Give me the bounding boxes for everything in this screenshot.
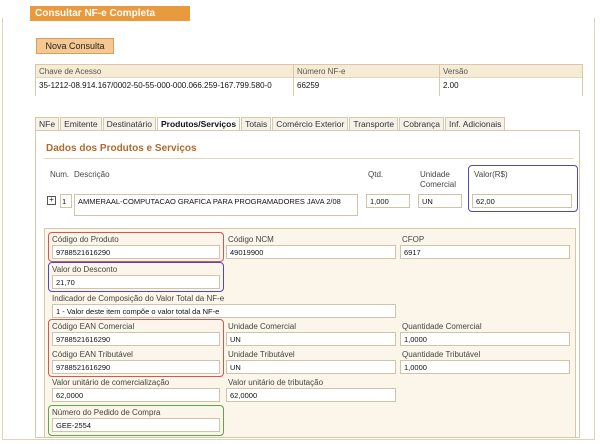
unit-value-commercial-value: 62,0000	[52, 388, 220, 402]
col-num-header: Num.	[50, 170, 70, 179]
access-key-value: 35-1212-08.914.167/0002-50-55-000-000.06…	[36, 78, 293, 96]
order-number-highlight	[48, 405, 224, 436]
item-num: 1	[60, 194, 72, 208]
col-desc-header: Descrição	[74, 170, 110, 179]
discount-highlight	[48, 262, 224, 292]
cfop-label: CFOP	[402, 235, 425, 244]
nfe-header: Chave de Acesso 35-1212-08.914.167/0002-…	[35, 64, 583, 96]
tab-produtos-servicos[interactable]: Produtos/Serviços	[156, 117, 241, 131]
qty-commercial-value: 1,0000	[400, 332, 570, 346]
new-query-button[interactable]: Nova Consulta	[36, 38, 114, 54]
version-label: Versão	[440, 65, 582, 78]
unit-value-commercial-label: Valor unitário de comercialização	[52, 378, 170, 387]
value-highlight	[468, 165, 578, 212]
tab-bar: NFe Emitente Destinatário Produtos/Servi…	[35, 117, 506, 131]
tab-cobranca[interactable]: Cobrança	[399, 117, 444, 131]
version-column: Versão 2.00	[440, 65, 582, 96]
qty-commercial-label: Quantidade Comercial	[402, 322, 482, 331]
unit-taxable-value: UN	[226, 360, 396, 374]
unit-taxable-label: Unidade Tributável	[228, 350, 295, 359]
section-divider	[44, 158, 574, 159]
unit-value-taxable-value: 62,0000	[226, 388, 396, 402]
cfop-value: 6917	[400, 245, 570, 259]
ncm-label: Código NCM	[228, 235, 274, 244]
nfe-number-value: 66259	[294, 78, 439, 96]
item-qty: 1,000	[366, 194, 410, 208]
item-description: AMMERAAL-COMPUTACAO GRAFICA PARA PROGRAM…	[74, 194, 358, 216]
tab-totais[interactable]: Totais	[241, 117, 272, 131]
ncm-value: 49019900	[226, 245, 396, 259]
unit-commercial-label: Unidade Comercial	[228, 322, 297, 331]
tab-nfe[interactable]: NFe	[35, 117, 60, 131]
section-title: Dados dos Produtos e Serviços	[46, 143, 197, 154]
col-qty-header: Qtd.	[368, 170, 384, 179]
composition-value: 1 - Valor deste item compõe o valor tota…	[52, 304, 396, 318]
unit-value-taxable-label: Valor unitário de tributação	[228, 378, 324, 387]
tab-inf-adicionais[interactable]: Inf. Adicionais	[444, 117, 506, 131]
product-code-highlight	[48, 232, 224, 262]
access-key-column: Chave de Acesso 35-1212-08.914.167/0002-…	[36, 65, 294, 96]
item-unit: UN	[418, 194, 462, 208]
unit-commercial-value: UN	[226, 332, 396, 346]
nfe-number-column: Número NF-e 66259	[294, 65, 440, 96]
qty-taxable-label: Quantidade Tributável	[402, 350, 481, 359]
expand-item-icon[interactable]: +	[47, 196, 56, 205]
tab-emitente[interactable]: Emitente	[60, 117, 102, 131]
col-unit-header: Unidade Comercial	[420, 170, 457, 189]
access-key-label: Chave de Acesso	[36, 65, 293, 78]
composition-label: Indicador de Composição do Valor Total d…	[52, 294, 225, 303]
tab-comercio-exterior[interactable]: Comércio Exterior	[272, 117, 349, 131]
tab-destinatario[interactable]: Destinatário	[102, 117, 156, 131]
nfe-number-label: Número NF-e	[294, 65, 439, 78]
version-value: 2.00	[440, 78, 582, 96]
ean-codes-highlight	[48, 319, 224, 377]
tab-transporte[interactable]: Transporte	[349, 117, 399, 131]
qty-taxable-value: 1,0000	[400, 360, 570, 374]
